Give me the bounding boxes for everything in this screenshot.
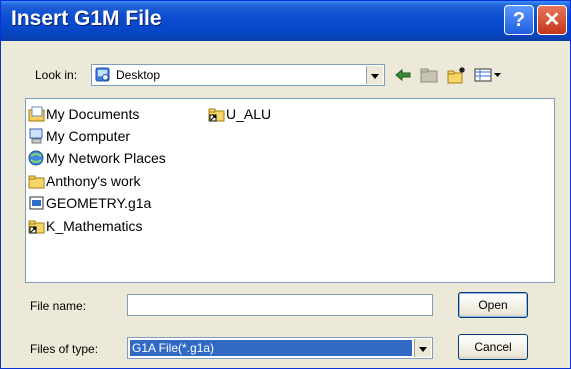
dialog-title: Insert G1M File <box>11 7 162 30</box>
file-list[interactable]: My Documents My Computer My Network Plac… <box>25 98 555 283</box>
g1a-file-icon <box>29 196 44 210</box>
help-icon: ? <box>512 9 526 31</box>
views-menu-icon <box>474 68 501 82</box>
look-in-combobox[interactable]: Desktop <box>91 64 385 86</box>
file-name-label: File name: <box>30 299 87 313</box>
close-icon: ✕ <box>543 9 561 31</box>
shortcut-folder-icon <box>208 108 225 122</box>
up-folder-icon <box>420 68 438 83</box>
my-documents-icon <box>28 106 45 122</box>
network-places-icon <box>28 150 44 166</box>
my-computer-icon <box>29 128 43 144</box>
file-name-input[interactable] <box>127 294 433 316</box>
close-button[interactable]: ✕ <box>537 5 567 35</box>
back-arrow-icon <box>395 68 411 82</box>
views-menu-button[interactable] <box>473 64 503 86</box>
up-folder-button[interactable] <box>417 64 441 86</box>
look-in-value: Desktop <box>116 68 161 82</box>
desktop-icon <box>95 67 110 82</box>
files-of-type-select[interactable]: G1A File(*.g1a) <box>127 337 433 359</box>
insert-file-dialog: Insert G1M File ? ✕ Look in: Desktop My … <box>0 0 571 369</box>
chevron-down-icon[interactable] <box>366 66 383 84</box>
look-in-label: Look in: <box>35 68 78 82</box>
open-button[interactable]: Open <box>458 292 528 318</box>
help-button[interactable]: ? <box>504 5 534 35</box>
chevron-down-icon[interactable] <box>414 339 431 357</box>
shortcut-folder-icon <box>28 220 45 234</box>
files-of-type-label: Files of type: <box>30 342 99 356</box>
cancel-button[interactable]: Cancel <box>458 334 528 360</box>
title-bar: Insert G1M File ? ✕ <box>1 1 570 41</box>
folder-icon <box>28 175 45 189</box>
new-folder-icon <box>447 67 465 84</box>
files-of-type-value: G1A File(*.g1a) <box>130 340 412 356</box>
new-folder-button[interactable] <box>445 64 469 86</box>
back-button[interactable] <box>391 64 415 86</box>
